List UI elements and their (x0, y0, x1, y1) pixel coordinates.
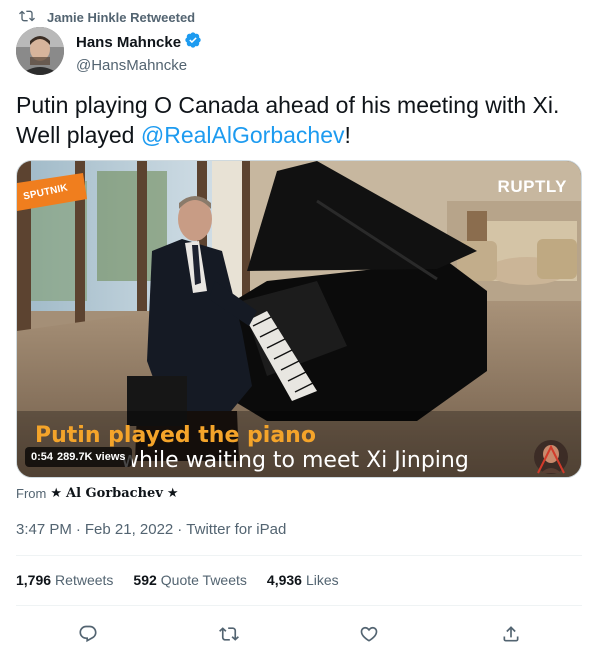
retweet-button[interactable] (215, 620, 243, 648)
engagement-stats: 1,796 Retweets 592 Quote Tweets 4,936 Likes (16, 572, 339, 588)
like-icon (360, 626, 378, 642)
retweets-count: 1,796 (16, 572, 52, 588)
likes-stat[interactable]: 4,936 Likes (267, 572, 339, 588)
video-caption-line1: Putin played the piano (35, 423, 316, 448)
retweet-icon (19, 8, 35, 27)
tweet-author: Hans Mahncke @HansMahncke (16, 27, 202, 76)
share-button[interactable] (497, 620, 525, 648)
retweet-icon (219, 627, 239, 641)
quote-tweets-label: Quote Tweets (160, 572, 247, 588)
tweet-text-line1: Putin playing O Canada ahead of his meet… (16, 92, 560, 118)
quote-tweets-stat[interactable]: 592 Quote Tweets (133, 572, 247, 588)
ruptly-watermark: RUPTLY (497, 177, 567, 196)
mention-link[interactable]: @RealAlGorbachev (141, 122, 345, 148)
tweet-text-line2: Well played @RealAlGorbachev! (16, 120, 586, 150)
tweet-actions (0, 620, 598, 648)
retweets-stat[interactable]: 1,796 Retweets (16, 572, 113, 588)
star-icon: ★ (166, 485, 179, 500)
channel-avatar-icon (533, 439, 569, 475)
divider (16, 555, 582, 556)
tweet-text: Putin playing O Canada ahead of his meet… (16, 90, 586, 150)
quote-tweets-count: 592 (133, 572, 157, 588)
tweet-time[interactable]: 3:47 PM (16, 521, 72, 538)
share-icon (503, 626, 519, 642)
likes-count: 4,936 (266, 572, 302, 588)
video-caption-line2: while waiting to meet Xi Jinping (121, 448, 469, 473)
quoted-source[interactable]: From ★ Al Gorbachev ★ (16, 485, 179, 501)
tweet-meta: 3:47 PM · Feb 21, 2022 · Twitter for iPa… (16, 521, 286, 538)
video-duration: 0:54 (31, 451, 54, 463)
star-icon: ★ (50, 485, 62, 500)
source-prefix: From (16, 485, 47, 501)
video-stats: 0:54 289.7K views (25, 447, 132, 467)
retweeted-by-text: Jamie Hinkle Retweeted (47, 9, 196, 25)
tweet-client[interactable]: Twitter for iPad (186, 521, 286, 538)
video-views: 289.7K views (57, 451, 126, 463)
video-player[interactable]: SPUTNIK RUPTLY Putin played the piano wh… (16, 160, 582, 478)
meta-separator: · (177, 521, 183, 538)
author-display-name: Hans Mahncke (76, 34, 182, 51)
verified-badge-icon (184, 31, 202, 55)
author-name-link[interactable]: Hans Mahncke (76, 31, 202, 55)
likes-label: Likes (305, 572, 339, 588)
reply-icon (79, 625, 97, 643)
retweeted-by[interactable]: Jamie Hinkle Retweeted (19, 8, 195, 26)
source-name[interactable]: Al Gorbachev (66, 486, 163, 501)
avatar[interactable] (16, 27, 64, 75)
reply-button[interactable] (74, 620, 102, 648)
like-button[interactable] (355, 620, 383, 648)
sputnik-logo: SPUTNIK (17, 173, 87, 211)
tweet-text-prefix: Well played (16, 122, 141, 148)
author-handle[interactable]: @HansMahncke (76, 56, 202, 76)
retweets-label: Retweets (55, 572, 114, 588)
tweet-date[interactable]: Feb 21, 2022 (85, 521, 173, 538)
divider (16, 605, 582, 606)
meta-separator: · (75, 521, 81, 538)
tweet-text-suffix: ! (344, 122, 351, 148)
